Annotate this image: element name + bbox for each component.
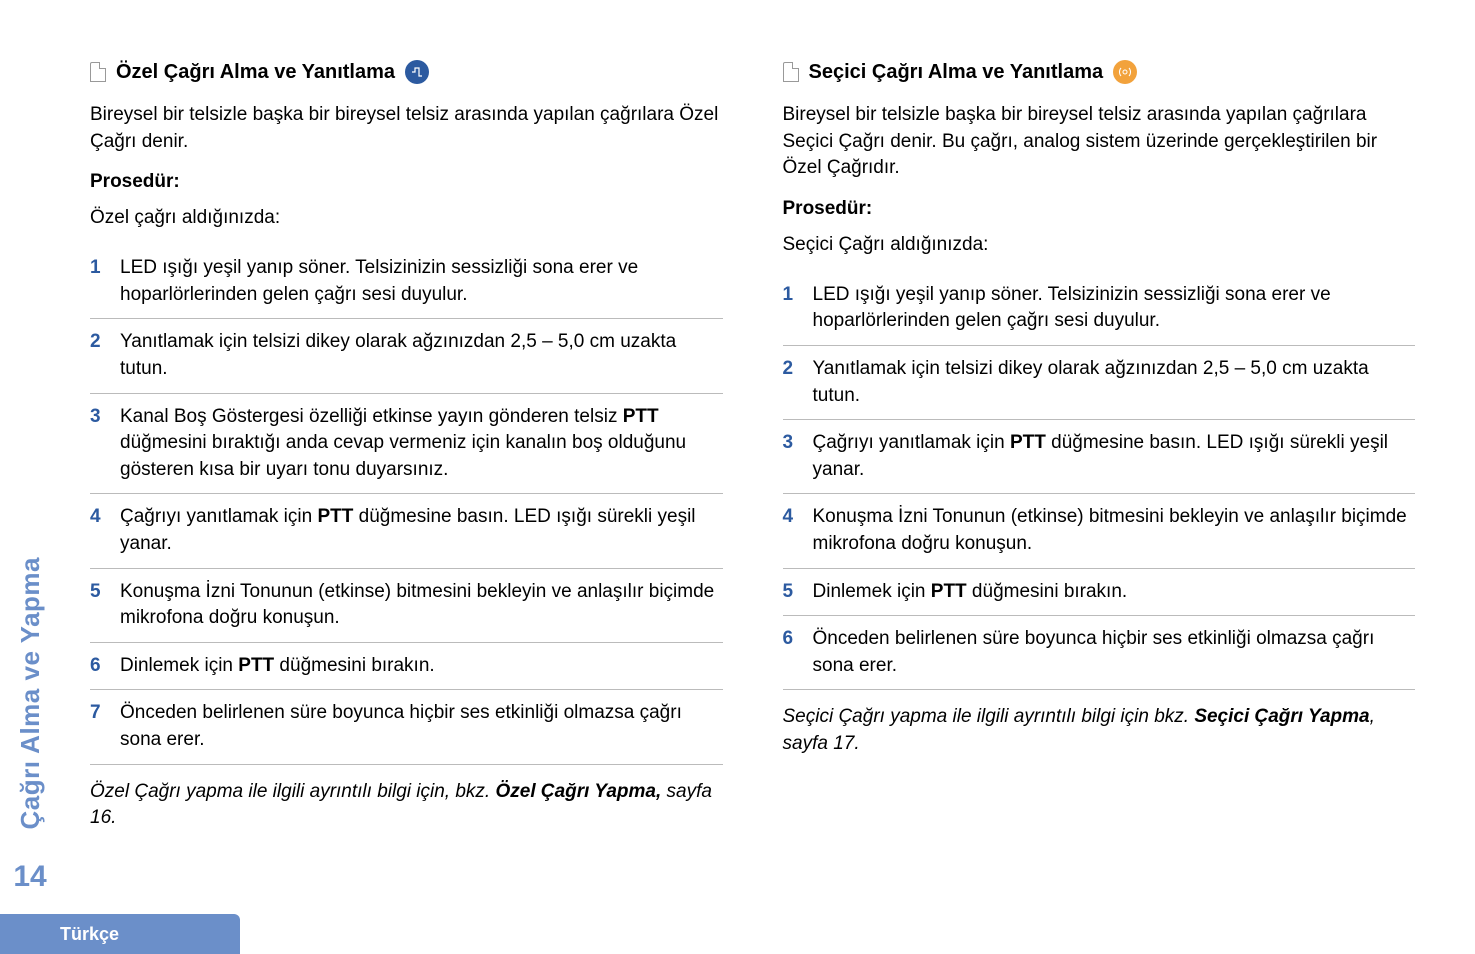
page-number: 14: [13, 860, 46, 894]
right-column: Seçici Çağrı Alma ve Yanıtlama Bireysel …: [783, 60, 1416, 954]
step-number: 3: [783, 430, 799, 483]
step-number: 1: [90, 255, 106, 308]
step-text: LED ışığı yeşil yanıp söner. Telsizinizi…: [813, 282, 1416, 335]
step-number: 2: [90, 329, 106, 382]
step-number: 1: [783, 282, 799, 335]
step-text: Önceden belirlenen süre boyunca hiçbir s…: [813, 626, 1416, 679]
step-item: 1 LED ışığı yeşil yanıp söner. Telsiziniz…: [90, 245, 723, 319]
step-item: 4 Çağrıyı yanıtlamak için PTT düğmesine b…: [90, 494, 723, 568]
step-text: Konuşma İzni Tonunun (etkinse) bitmesini…: [120, 579, 723, 632]
language-footer: Türkçe: [0, 914, 240, 954]
heading-right: Seçici Çağrı Alma ve Yanıtlama: [809, 61, 1104, 84]
step-text: Kanal Boş Göstergesi özelliği etkinse ya…: [120, 404, 723, 484]
note-left: Özel Çağrı yapma ile ilgili ayrıntılı bi…: [90, 779, 723, 832]
document-icon: [90, 62, 106, 82]
step-text: Çağrıyı yanıtlamak için PTT düğmesine ba…: [813, 430, 1416, 483]
step-number: 7: [90, 700, 106, 753]
step-item: 1 LED ışığı yeşil yanıp söner. Telsiziniz…: [783, 272, 1416, 346]
step-number: 6: [90, 653, 106, 680]
step-text: Konuşma İzni Tonunun (etkinse) bitmesini…: [813, 504, 1416, 557]
step-item: 6 Önceden belirlenen süre boyunca hiçbir …: [783, 616, 1416, 690]
procedure-label: Prosedür:: [90, 171, 723, 193]
step-number: 6: [783, 626, 799, 679]
when-text: Özel çağrı aldığınızda:: [90, 207, 723, 229]
step-item: 7 Önceden belirlenen süre boyunca hiçbir …: [90, 690, 723, 764]
analog-badge-icon: [1113, 60, 1137, 84]
step-number: 4: [90, 504, 106, 557]
step-text: Çağrıyı yanıtlamak için PTT düğmesine ba…: [120, 504, 723, 557]
document-icon: [783, 62, 799, 82]
sidebar: Çağrı Alma ve Yapma 14: [0, 0, 60, 954]
step-text: LED ışığı yeşil yanıp söner. Telsizinizi…: [120, 255, 723, 308]
step-number: 5: [90, 579, 106, 632]
section-title-vertical: Çağrı Alma ve Yapma: [15, 557, 46, 830]
step-number: 5: [783, 579, 799, 606]
step-item: 2 Yanıtlamak için telsizi dikey olarak ağ…: [783, 346, 1416, 420]
heading-row: Özel Çağrı Alma ve Yanıtlama: [90, 60, 723, 84]
note-right: Seçici Çağrı yapma ile ilgili ayrıntılı …: [783, 704, 1416, 757]
step-text: Yanıtlamak için telsizi dikey olarak ağz…: [120, 329, 723, 382]
heading-row: Seçici Çağrı Alma ve Yanıtlama: [783, 60, 1416, 84]
step-number: 4: [783, 504, 799, 557]
left-column: Özel Çağrı Alma ve Yanıtlama Bireysel bi…: [90, 60, 723, 954]
when-text: Seçici Çağrı aldığınızda:: [783, 234, 1416, 256]
step-text: Dinlemek için PTT düğmesini bırakın.: [120, 653, 723, 680]
intro-paragraph: Bireysel bir telsizle başka bir bireysel…: [783, 102, 1416, 182]
step-item: 3 Çağrıyı yanıtlamak için PTT düğmesine b…: [783, 420, 1416, 494]
step-item: 3Kanal Boş Göstergesi özelliği etkinse y…: [90, 394, 723, 495]
step-item: 2 Yanıtlamak için telsizi dikey olarak ağ…: [90, 319, 723, 393]
steps-right: 1 LED ışığı yeşil yanıp söner. Telsiziniz…: [783, 272, 1416, 691]
digital-badge-icon: [405, 60, 429, 84]
step-text: Dinlemek için PTT düğmesini bırakın.: [813, 579, 1416, 606]
content-area: Özel Çağrı Alma ve Yanıtlama Bireysel bi…: [60, 0, 1475, 954]
step-number: 3: [90, 404, 106, 484]
heading-left: Özel Çağrı Alma ve Yanıtlama: [116, 61, 395, 84]
step-item: 6 Dinlemek için PTT düğmesini bırakın.: [90, 643, 723, 691]
step-number: 2: [783, 356, 799, 409]
step-item: 4 Konuşma İzni Tonunun (etkinse) bitmesin…: [783, 494, 1416, 568]
step-text: Önceden belirlenen süre boyunca hiçbir s…: [120, 700, 723, 753]
procedure-label: Prosedür:: [783, 198, 1416, 220]
step-item: 5 Konuşma İzni Tonunun (etkinse) bitmesin…: [90, 569, 723, 643]
step-text: Yanıtlamak için telsizi dikey olarak ağz…: [813, 356, 1416, 409]
step-item: 5 Dinlemek için PTT düğmesini bırakın.: [783, 569, 1416, 617]
steps-left: 1 LED ışığı yeşil yanıp söner. Telsiziniz…: [90, 245, 723, 764]
page: Çağrı Alma ve Yapma 14 Özel Çağrı Alma v…: [0, 0, 1475, 954]
intro-paragraph: Bireysel bir telsizle başka bir bireysel…: [90, 102, 723, 155]
